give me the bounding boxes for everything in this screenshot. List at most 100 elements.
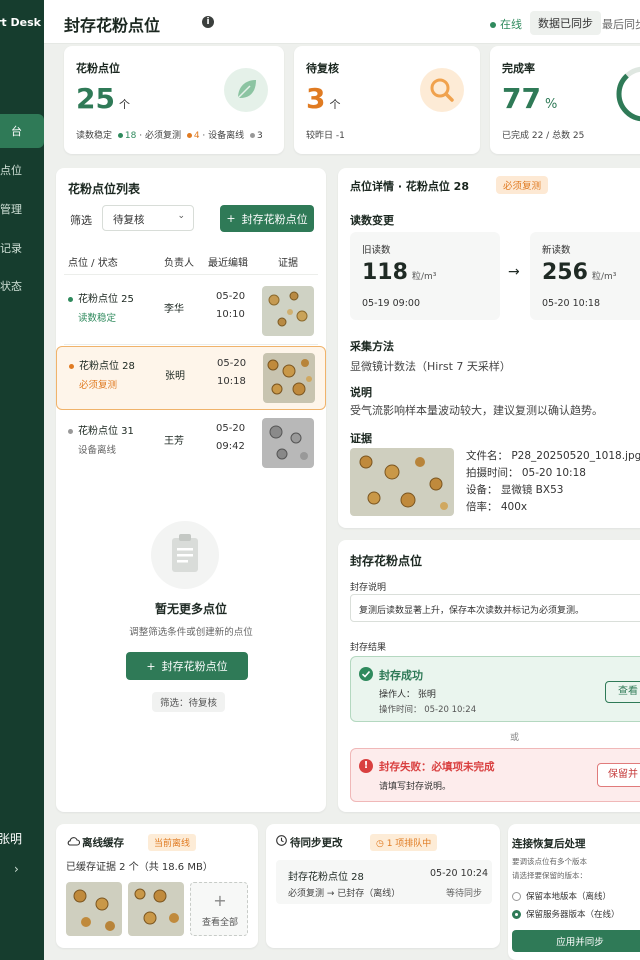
status-dot-icon [69, 363, 74, 369]
restore-line2: 请选择要保留的版本： [512, 871, 587, 880]
new-value-number: 256 [542, 260, 588, 285]
orange-dot-icon [186, 133, 192, 138]
change-title: 读数变更 [350, 214, 394, 227]
sidebar: rt Desk 台 点位 管理 记录 状态 张明 › [0, 0, 44, 960]
evidence-image[interactable] [350, 448, 454, 516]
seal-error-alert: ! 封存失败：必填项未完成 请填写封存说明。 保留并 [350, 748, 640, 802]
kpi-progress-text: 已完成 22 / 总数 25 [502, 131, 585, 141]
table-row-selected[interactable]: 花粉点位 28 必须复测 张明 05-20 10:18 [56, 346, 326, 410]
keep-button[interactable]: 保留并 [597, 763, 640, 787]
col-header-point: 点位 / 状态 [68, 258, 118, 269]
pending-item-time: 05-20 10:24 [430, 868, 489, 879]
kpi-unit: 个 [118, 98, 130, 111]
option-server[interactable]: 保留服务器版本（在线） [512, 908, 620, 920]
row-name-text: 花粉点位 31 [78, 426, 134, 437]
method-label: 采集方法 [350, 340, 394, 353]
apply-sync-button[interactable]: 应用并同步 [512, 930, 640, 952]
sidebar-item-points[interactable]: 点位 [0, 153, 44, 187]
page-title: 封存花粉点位 [64, 16, 161, 35]
kpi-value: 3个 [306, 82, 340, 115]
success-title: 封存成功 [379, 669, 423, 682]
sidebar-item-manage[interactable]: 管理 [0, 192, 44, 226]
row-time: 10:10 [216, 309, 245, 320]
arrow-right-icon: → [508, 264, 520, 280]
row-status: 设备离线 [78, 445, 117, 456]
col-header-owner: 负责人 [164, 258, 194, 269]
row-edited: 05-20 10:10 [216, 288, 245, 324]
seal-desc-value: 复测后读数显著上升，保存本次读数并标记为必须复测。 [359, 606, 585, 616]
old-value-unit: 粒/m³ [411, 272, 437, 282]
seal-title: 封存花粉点位 [350, 554, 423, 568]
row-time: 09:42 [216, 441, 245, 452]
add-point-button[interactable]: + 封存花粉点位 [220, 205, 314, 232]
gray-dot-icon [250, 133, 256, 138]
row-owner: 李华 [164, 304, 184, 315]
error-subtitle: 请填写封存说明。 [379, 782, 452, 792]
chevron-right-icon[interactable]: › [14, 862, 19, 876]
table-row[interactable]: 花粉点位 31 设备离线 王芳 05-20 09:42 [64, 412, 316, 476]
sidebar-item-records[interactable]: 记录 [0, 231, 44, 265]
row-date: 05-20 [217, 358, 247, 369]
empty-title: 暂无更多点位 [154, 602, 227, 616]
view-button[interactable]: 查看 [605, 681, 640, 703]
leaf-icon [224, 68, 268, 112]
kpi-number: 77 [502, 82, 541, 115]
kpi-value: 25 个 [76, 82, 130, 115]
restore-title: 连接恢复后处理 [512, 838, 586, 850]
old-reading-label: 旧读数 [362, 245, 391, 256]
point-detail-panel: 点位详情 · 花粉点位 28 必须复测 读数变更 旧读数 118 粒/m³ 05-… [338, 168, 640, 528]
table-row[interactable]: 花粉点位 25 读数稳定 李华 05-20 10:10 [64, 280, 316, 344]
row-status: 读数稳定 [78, 313, 117, 324]
seal-result-label: 封存结果 [350, 643, 387, 653]
sidebar-item-dashboard[interactable]: 台 [0, 114, 44, 148]
kpi-title: 花粉点位 [76, 62, 120, 75]
evidence-thumbnail[interactable] [262, 418, 314, 468]
radio-checked-icon[interactable] [512, 910, 521, 919]
new-reading-time: 05-20 10:18 [542, 298, 601, 309]
kpi-card-pollen: 花粉点位 25 个 读数稳定 18 · 必须复测 4 · 设备离线 3 [64, 46, 284, 154]
pending-item-name: 封存花粉点位 28 [288, 872, 364, 883]
seal-desc-input[interactable]: 复测后读数显著上升，保存本次读数并标记为必须复测。 [350, 594, 640, 622]
sidebar-item-status[interactable]: 状态 [0, 269, 44, 303]
sync-badge: 数据已同步 [530, 11, 601, 35]
evidence-thumbnail[interactable] [262, 286, 314, 336]
empty-add-point-button[interactable]: + 封存花粉点位 [126, 652, 248, 680]
radio-unchecked-icon[interactable] [512, 892, 521, 901]
cache-thumbnail[interactable] [128, 882, 184, 936]
cache-info: 已缓存证据 2 个（共 18.6 MB） [66, 862, 213, 873]
active-filter-chip[interactable]: 筛选：待复核 [152, 692, 226, 712]
sidebar-item-label: 台 [11, 125, 22, 138]
view-all-button[interactable]: + 查看全部 [190, 882, 248, 936]
user-name[interactable]: 张明 [0, 830, 22, 847]
success-time: 操作时间： 05-20 10:24 [379, 705, 477, 715]
status-badge: 必须复测 [496, 176, 549, 194]
option-local[interactable]: 保留本地版本（离线） [512, 890, 611, 902]
detail-title: 点位详情 · 花粉点位 28 [350, 180, 469, 193]
points-list-panel: 花粉点位列表 筛选 待复核 ⌄ + 封存花粉点位 点位 / 状态 负责人 最近编辑… [56, 168, 326, 812]
pending-item[interactable]: 封存花粉点位 28 05-20 10:24 必须复测 → 已封存（离线） 等待同… [276, 860, 492, 904]
status-dot-icon [490, 22, 496, 28]
seal-success-alert: 封存成功 操作人： 张明 操作时间： 05-20 10:24 查看 [350, 656, 640, 722]
old-reading-card: 旧读数 118 粒/m³ 05-19 09:00 [350, 232, 500, 320]
filter-select[interactable]: 待复核 ⌄ [102, 205, 194, 231]
offline-count: 3 [257, 131, 263, 141]
evidence-thumbnail[interactable] [263, 353, 315, 403]
old-reading-time: 05-19 09:00 [362, 298, 421, 309]
kpi-title: 完成率 [502, 62, 535, 75]
row-time: 10:18 [217, 376, 246, 387]
kpi-number: 3 [306, 82, 326, 115]
kpi-unit: 个 [329, 98, 341, 111]
plus-icon: + [226, 212, 236, 225]
search-icon [420, 68, 464, 112]
cache-thumbnail[interactable] [66, 882, 122, 936]
offline-badge: 当前离线 [148, 834, 197, 851]
new-value-unit: 粒/m³ [591, 272, 617, 282]
cloud-icon [67, 837, 80, 846]
clock-icon [276, 835, 287, 846]
info-icon[interactable]: i [202, 16, 214, 28]
offline-cache-panel: 离线缓存 当前离线 已缓存证据 2 个（共 18.6 MB） + 查看全部 [56, 824, 258, 948]
last-sync-label: 最后同步 [602, 18, 640, 31]
stable-label: 读数稳定 [76, 131, 113, 141]
view-all-label: 查看全部 [201, 918, 238, 928]
status-dot-icon [68, 296, 73, 302]
